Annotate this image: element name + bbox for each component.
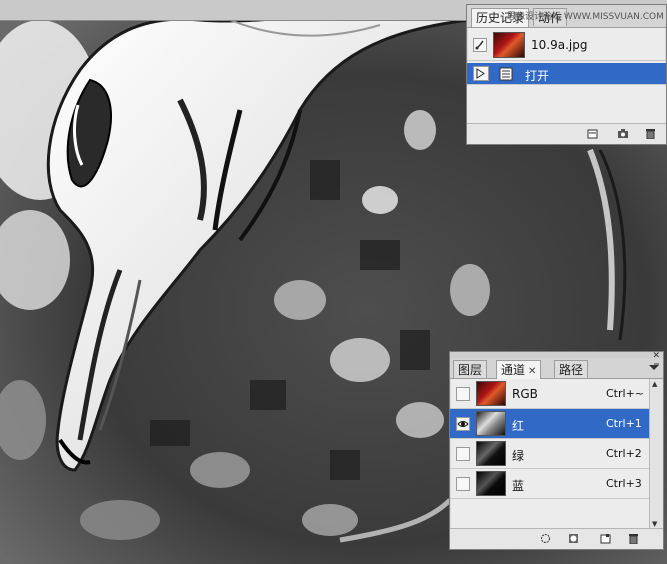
channels-scrollbar[interactable]: ▲ ▼ — [649, 379, 663, 529]
panel-menu-icon[interactable] — [648, 363, 660, 373]
scroll-up-icon[interactable]: ▲ — [652, 380, 657, 388]
channel-row-blue[interactable]: 蓝 Ctrl+3 — [450, 469, 663, 499]
history-snapshot-row[interactable]: 10.9a.jpg — [467, 29, 666, 61]
trash-icon[interactable] — [645, 128, 656, 140]
trash-icon[interactable] — [628, 533, 639, 545]
save-selection-icon[interactable] — [568, 533, 579, 544]
load-selection-icon[interactable] — [540, 533, 551, 544]
channel-row-rgb[interactable]: RGB Ctrl+~ — [450, 379, 663, 409]
channel-visibility-toggle[interactable] — [456, 387, 470, 401]
channel-shortcut: Ctrl+2 — [606, 447, 642, 460]
channel-shortcut: Ctrl+1 — [606, 417, 642, 430]
watermark-text: 思缘设计论坛 WWW.MISSVUAN.COM — [507, 12, 664, 22]
history-panel: 历史记录 动作 思缘设计论坛 WWW.MISSVUAN.COM 10.9a.jp… — [466, 4, 667, 145]
channel-row-red[interactable]: 红 Ctrl+1 — [450, 409, 663, 439]
history-list-empty — [467, 86, 666, 123]
tab-close-icon[interactable]: ✕ — [528, 366, 536, 377]
eye-icon — [457, 421, 469, 427]
channel-row-green[interactable]: 绿 Ctrl+2 — [450, 439, 663, 469]
channel-name: 蓝 — [512, 479, 525, 493]
channel-shortcut: Ctrl+3 — [606, 477, 642, 490]
history-state-slider-icon[interactable] — [473, 66, 489, 81]
tab-paths[interactable]: 路径 — [554, 360, 589, 378]
channel-name: RGB — [512, 387, 538, 401]
history-step-row[interactable]: 打开 — [467, 63, 666, 85]
channel-visibility-toggle[interactable] — [456, 417, 470, 431]
open-document-icon — [499, 67, 513, 81]
channel-visibility-toggle[interactable] — [456, 477, 470, 491]
history-brush-source-icon[interactable] — [473, 38, 487, 52]
history-step-label: 打开 — [525, 69, 550, 83]
channel-thumbnail-red — [476, 411, 506, 436]
scroll-down-icon[interactable]: ▼ — [652, 520, 657, 528]
new-channel-icon[interactable] — [600, 533, 611, 544]
tab-channels-label: 通道 — [501, 363, 526, 377]
tab-channels[interactable]: 通道 ✕ — [496, 360, 542, 379]
history-panel-tabbar: 历史记录 动作 思缘设计论坛 WWW.MISSVUAN.COM — [467, 5, 666, 28]
channel-name: 绿 — [512, 449, 525, 463]
snapshot-name: 10.9a.jpg — [531, 38, 588, 52]
channels-panel-footer — [450, 528, 663, 549]
new-document-from-state-icon[interactable] — [587, 128, 598, 139]
channel-thumbnail-rgb — [476, 381, 506, 406]
new-snapshot-icon[interactable] — [617, 128, 628, 139]
channels-panel: ✕ 图层 通道 ✕ 路径 RGB Ctrl+~ 红 Ctrl+1 绿 Ctrl+2 — [449, 351, 664, 550]
snapshot-thumbnail — [493, 32, 525, 58]
channels-panel-tabbar: 图层 通道 ✕ 路径 — [450, 358, 663, 379]
channel-visibility-toggle[interactable] — [456, 447, 470, 461]
channel-shortcut: Ctrl+~ — [606, 387, 645, 400]
channel-thumbnail-blue — [476, 471, 506, 496]
channel-name: 红 — [512, 419, 525, 433]
channel-thumbnail-green — [476, 441, 506, 466]
history-panel-footer — [467, 123, 666, 144]
tab-layers[interactable]: 图层 — [453, 360, 488, 378]
